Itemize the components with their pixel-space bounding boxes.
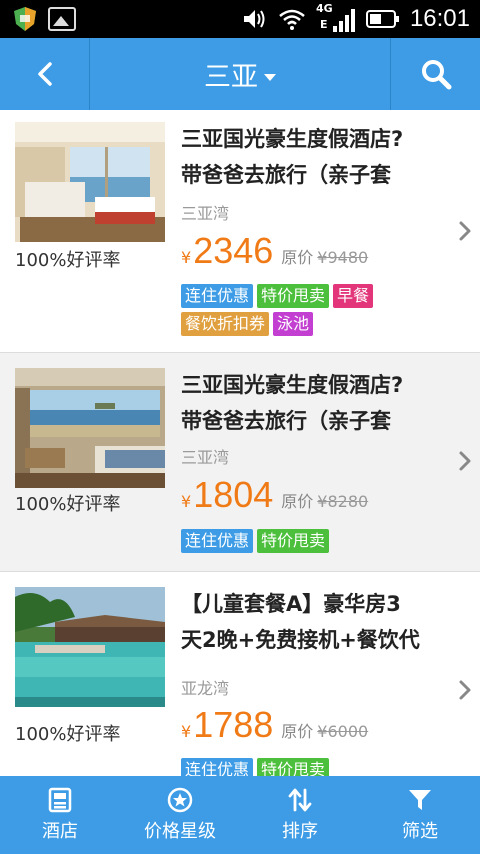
original-price-label: 原价 bbox=[281, 722, 314, 741]
chevron-down-icon bbox=[264, 73, 276, 81]
original-price: ¥8280 bbox=[317, 492, 369, 511]
tab-filter[interactable]: 筛选 bbox=[360, 776, 480, 854]
tag-special-sale: 特价甩卖 bbox=[257, 758, 330, 776]
hotel-list-item[interactable]: 100%好评率 三亚国光豪生度假酒店? 带爸爸去旅行（亲子套 三亚湾 ¥ 180… bbox=[0, 353, 480, 572]
tag-consecutive-stay: 连住优惠 bbox=[181, 758, 254, 776]
tab-hotel[interactable]: 酒店 bbox=[0, 776, 120, 854]
hotel-title-line2: 带爸爸去旅行（亲子套 bbox=[181, 409, 391, 433]
volume-icon bbox=[243, 10, 265, 28]
tag-list: 连住优惠 特价甩卖 bbox=[181, 758, 421, 776]
page-title: 三亚 bbox=[204, 61, 258, 93]
tag-list: 连住优惠 特价甩卖 bbox=[181, 529, 421, 553]
cell-signal-icon: 4G E bbox=[315, 2, 356, 34]
city-selector[interactable]: 三亚 bbox=[90, 38, 390, 110]
filter-icon bbox=[409, 790, 431, 810]
hotel-title-line2: 带爸爸去旅行（亲子套 bbox=[181, 163, 391, 187]
tag-breakfast: 早餐 bbox=[333, 284, 374, 308]
hotel-title-line1: 三亚国光豪生度假酒店? bbox=[181, 127, 404, 151]
star-icon bbox=[167, 787, 193, 813]
hotel-icon bbox=[48, 787, 72, 813]
tab-filter-label: 筛选 bbox=[402, 821, 438, 842]
price-row: ¥ 1788 原价 ¥6000 bbox=[181, 704, 368, 746]
price: 1804 bbox=[193, 474, 274, 515]
hotel-area: 三亚湾 bbox=[181, 204, 230, 223]
tab-price-star[interactable]: 价格星级 bbox=[120, 776, 240, 854]
wifi-icon bbox=[279, 9, 305, 30]
app-shield-icon bbox=[14, 7, 36, 31]
price-row: ¥ 2346 原价 ¥9480 bbox=[181, 230, 368, 272]
hotel-area: 亚龙湾 bbox=[181, 679, 230, 698]
back-arrow-icon bbox=[37, 62, 52, 86]
hotel-title-line1: 三亚国光豪生度假酒店? bbox=[181, 373, 404, 397]
chevron-right-icon bbox=[459, 221, 471, 241]
tag-special-sale: 特价甩卖 bbox=[257, 529, 330, 553]
tab-sort-label: 排序 bbox=[282, 821, 318, 842]
hotel-area: 三亚湾 bbox=[181, 448, 230, 467]
currency-symbol: ¥ bbox=[181, 722, 192, 741]
network-sub-type: E bbox=[319, 18, 328, 31]
chevron-right-icon bbox=[459, 451, 471, 471]
tag-dining-coupon: 餐饮折扣券 bbox=[181, 312, 270, 336]
status-bar: 4G E 16:01 bbox=[0, 0, 480, 38]
tab-price-star-label: 价格星级 bbox=[144, 821, 216, 842]
tag-special-sale: 特价甩卖 bbox=[257, 284, 330, 308]
clock: 16:01 bbox=[409, 5, 470, 32]
tab-hotel-label: 酒店 bbox=[42, 821, 78, 842]
original-price: ¥6000 bbox=[317, 722, 369, 741]
original-price: ¥9480 bbox=[317, 248, 369, 267]
search-icon bbox=[421, 60, 451, 90]
original-price-label: 原价 bbox=[281, 492, 314, 511]
tag-pool: 泳池 bbox=[273, 312, 314, 336]
hotel-list: 100%好评率 三亚国光豪生度假酒店? 带爸爸去旅行（亲子套 三亚湾 ¥ 234… bbox=[0, 110, 480, 776]
hotel-title-line2: 天2晚+免费接机+餐饮代 bbox=[181, 628, 420, 652]
original-price-label: 原价 bbox=[281, 248, 314, 267]
hotel-title-line1: 【儿童套餐A】豪华房3 bbox=[181, 592, 401, 616]
price-row: ¥ 1804 原价 ¥8280 bbox=[181, 474, 368, 516]
tag-consecutive-stay: 连住优惠 bbox=[181, 284, 254, 308]
rating-text: 100%好评率 bbox=[15, 250, 121, 271]
sort-icon bbox=[288, 788, 312, 812]
search-button[interactable] bbox=[390, 38, 480, 110]
price: 2346 bbox=[193, 230, 274, 271]
currency-symbol: ¥ bbox=[181, 492, 192, 511]
price: 1788 bbox=[193, 704, 274, 745]
rating-text: 100%好评率 bbox=[15, 724, 121, 745]
back-button[interactable] bbox=[0, 38, 90, 110]
tab-sort[interactable]: 排序 bbox=[240, 776, 360, 854]
battery-icon bbox=[365, 10, 399, 28]
top-nav-bar: 三亚 bbox=[0, 38, 480, 110]
tag-consecutive-stay: 连住优惠 bbox=[181, 529, 254, 553]
hotel-list-item[interactable]: 100%好评率 三亚国光豪生度假酒店? 带爸爸去旅行（亲子套 三亚湾 ¥ 234… bbox=[0, 110, 480, 353]
currency-symbol: ¥ bbox=[181, 248, 192, 267]
network-type: 4G bbox=[315, 2, 333, 15]
image-notification-icon bbox=[48, 7, 76, 31]
tag-list: 连住优惠 特价甩卖 早餐 餐饮折扣券 泳池 bbox=[181, 284, 421, 336]
bottom-tab-bar: 酒店 价格星级 排序 筛选 bbox=[0, 776, 480, 854]
hotel-photo bbox=[15, 587, 165, 707]
hotel-list-item[interactable]: 100%好评率 【儿童套餐A】豪华房3 天2晚+免费接机+餐饮代 亚龙湾 ¥ 1… bbox=[0, 572, 480, 776]
rating-text: 100%好评率 bbox=[15, 494, 121, 515]
hotel-photo bbox=[15, 368, 165, 488]
chevron-right-icon bbox=[459, 680, 471, 700]
hotel-photo bbox=[15, 122, 165, 242]
